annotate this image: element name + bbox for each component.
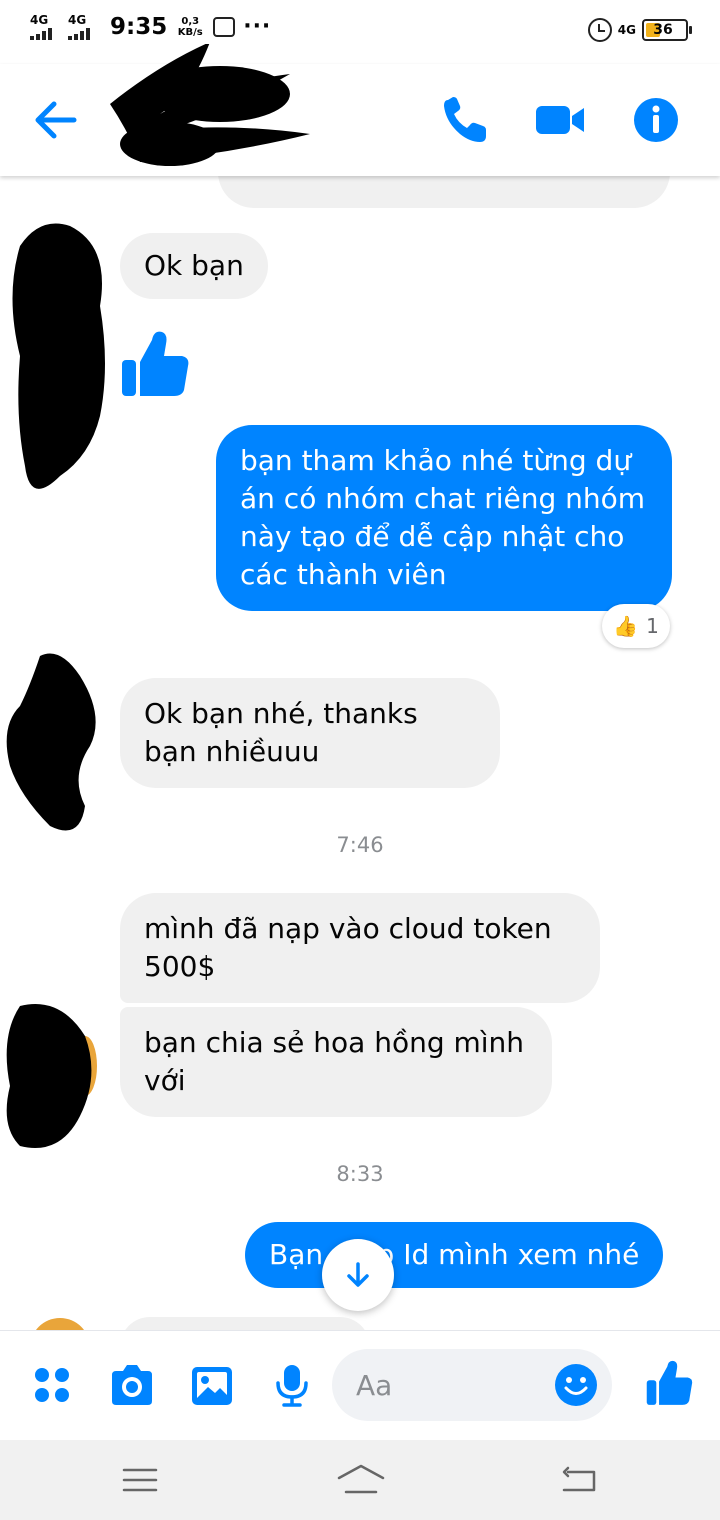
network-speed: 0,3 KB/s <box>177 16 203 38</box>
camera-icon[interactable] <box>108 1361 156 1409</box>
message-bubble[interactable]: mình đã nạp vào cloud token 500$ <box>120 893 600 1003</box>
recent-apps-icon[interactable] <box>118 1458 162 1502</box>
message-notification-icon <box>213 17 236 37</box>
back-arrow-icon[interactable] <box>30 98 80 142</box>
message-bubble[interactable]: Bạn p Id mình xem nhé <box>245 1222 664 1288</box>
message-bubble[interactable]: Ok bạn nhé, thanks bạn nhiềuuu <box>120 678 500 788</box>
redacted-avatar <box>6 1004 97 1148</box>
redacted-avatar <box>12 223 105 489</box>
message-bubble[interactable]: bạn chia sẻ hoa hồng mình với <box>120 1007 552 1117</box>
microphone-icon[interactable] <box>268 1361 316 1409</box>
network-type: 4G <box>617 23 636 37</box>
message-bubble[interactable]: bạn tham khảo nhé từng dự án có nhóm cha… <box>216 425 672 611</box>
info-icon[interactable] <box>628 92 684 148</box>
alarm-icon <box>587 18 612 42</box>
sim1-signal-icon: 4G <box>30 14 60 40</box>
timestamp: 8:33 <box>336 1162 384 1186</box>
message-input-box[interactable] <box>332 1349 612 1421</box>
scroll-to-bottom-button[interactable] <box>322 1239 394 1311</box>
redacted-avatar <box>6 653 96 831</box>
reaction-count: 1 <box>646 614 659 638</box>
back-nav-icon[interactable] <box>558 1458 602 1502</box>
message-input[interactable] <box>356 1365 546 1405</box>
system-navigation-bar <box>0 1440 720 1520</box>
battery-level: 36 <box>653 22 673 38</box>
message-composer <box>0 1330 720 1440</box>
battery-icon: 36 <box>642 19 692 41</box>
conversation-header <box>0 44 720 176</box>
message-bubble[interactable]: Ok bạn <box>120 233 268 299</box>
home-icon[interactable] <box>336 1458 386 1502</box>
redacted-contact-name[interactable] <box>100 44 330 184</box>
message-list[interactable]: Ok bạn bạn tham khảo nhé từng dự án có n… <box>0 176 720 1330</box>
clock: 9:35 <box>110 14 168 40</box>
send-like-icon[interactable] <box>644 1357 696 1409</box>
timestamp: 7:46 <box>336 833 384 857</box>
more-actions-icon[interactable] <box>28 1361 76 1409</box>
more-notifications-icon: ··· <box>243 14 272 39</box>
thumbs-up-reaction-icon: 👍 <box>613 614 639 638</box>
emoji-icon[interactable] <box>554 1363 598 1407</box>
message-bubble-partial <box>120 1317 370 1330</box>
thumbs-up-sticker-icon[interactable] <box>118 326 194 402</box>
gallery-icon[interactable] <box>188 1361 236 1409</box>
sim2-signal-icon: 4G <box>68 14 98 40</box>
voice-call-icon[interactable] <box>436 92 492 148</box>
arrow-down-icon <box>347 1262 369 1287</box>
message-reaction[interactable]: 👍 1 <box>602 604 670 648</box>
avatar <box>30 1318 90 1330</box>
video-call-icon[interactable] <box>532 92 588 148</box>
